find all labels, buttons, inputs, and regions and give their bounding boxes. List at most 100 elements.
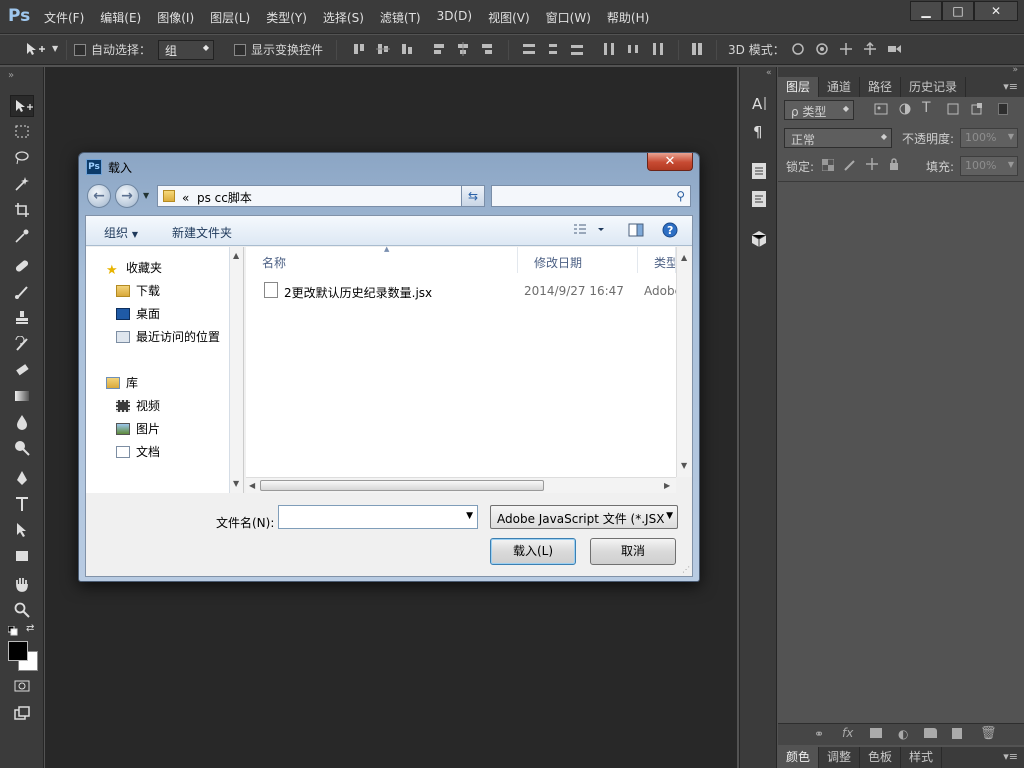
- new-folder-button[interactable]: 新建文件夹: [172, 224, 232, 241]
- panel-menu-icon[interactable]: ▾≡: [942, 747, 1024, 768]
- tab-styles[interactable]: 样式: [901, 747, 943, 768]
- marquee-tool[interactable]: [10, 121, 34, 143]
- filter-pixel-icon[interactable]: [874, 102, 888, 119]
- cancel-button[interactable]: 取消: [590, 538, 676, 565]
- tab-swatches[interactable]: 色板: [860, 747, 902, 768]
- fx-icon[interactable]: fx: [842, 726, 853, 740]
- healing-brush-tool[interactable]: [10, 255, 34, 277]
- back-button[interactable]: ←: [87, 184, 111, 208]
- file-row[interactable]: 2更改默认历史纪录数量.jsx 2014/9/27 16:47 Adobe: [246, 281, 682, 301]
- align-bottom-icon[interactable]: [400, 42, 414, 56]
- menu-file[interactable]: 文件(F): [44, 9, 84, 26]
- organize-button[interactable]: 组织 ▼: [104, 224, 138, 241]
- move-tool-preset-icon[interactable]: [26, 42, 45, 56]
- distribute-top-icon[interactable]: [522, 42, 536, 56]
- scroll-up-icon[interactable]: ▲: [681, 253, 687, 262]
- minimize-button[interactable]: ▁: [910, 1, 942, 21]
- lock-all-icon[interactable]: [888, 158, 900, 173]
- 3d-slide-icon[interactable]: [862, 41, 876, 56]
- swap-colors-icon[interactable]: ⇄: [26, 623, 34, 634]
- 3d-pan-icon[interactable]: [838, 42, 852, 56]
- gradient-tool[interactable]: [10, 385, 34, 407]
- refresh-button[interactable]: ⇆: [461, 185, 485, 207]
- hand-tool[interactable]: [10, 573, 34, 595]
- align-left-icon[interactable]: [432, 42, 446, 56]
- foreground-color-swatch[interactable]: [8, 641, 28, 661]
- distribute-bottom-icon[interactable]: [570, 42, 584, 56]
- 3d-scale-icon[interactable]: [886, 42, 901, 56]
- opacity-field[interactable]: 100% ▼: [960, 128, 1018, 148]
- close-window-button[interactable]: ✕: [974, 1, 1018, 21]
- fill-field[interactable]: 100% ▼: [960, 156, 1018, 176]
- align-hcenter-icon[interactable]: [456, 42, 470, 56]
- auto-select-toggle[interactable]: 自动选择：: [74, 41, 151, 58]
- maximize-button[interactable]: □: [942, 1, 974, 21]
- menu-filter[interactable]: 滤镜(T): [380, 9, 421, 26]
- nav-documents[interactable]: 文档: [116, 443, 160, 460]
- menu-edit[interactable]: 编辑(E): [100, 9, 141, 26]
- auto-select-target-select[interactable]: 组 ◆: [158, 40, 214, 60]
- lock-transparent-icon[interactable]: [821, 158, 835, 174]
- distribute-left-icon[interactable]: [602, 42, 616, 56]
- tab-history[interactable]: 历史记录: [901, 77, 967, 97]
- pen-tool[interactable]: [10, 467, 34, 489]
- screen-mode-button[interactable]: [10, 703, 34, 725]
- distribute-hcenter-icon[interactable]: [626, 42, 640, 56]
- align-right-icon[interactable]: [480, 42, 494, 56]
- menu-view[interactable]: 视图(V): [488, 9, 530, 26]
- search-input[interactable]: ⚲: [491, 185, 691, 207]
- nav-videos[interactable]: 视频: [116, 397, 160, 414]
- collapse-arrows-icon[interactable]: »: [8, 70, 14, 81]
- align-vcenter-icon[interactable]: [376, 42, 390, 56]
- file-vscrollbar[interactable]: ▲ ▼: [676, 247, 692, 477]
- panel-menu-icon[interactable]: ▾≡: [966, 77, 1024, 97]
- filter-type-icon[interactable]: T: [922, 100, 931, 116]
- trash-icon[interactable]: 🗑: [980, 726, 997, 741]
- nav-libraries[interactable]: 库: [106, 374, 138, 391]
- menu-window[interactable]: 窗口(W): [546, 9, 591, 26]
- 3d-rotate-icon[interactable]: [790, 42, 804, 56]
- recent-locations-icon[interactable]: ▼: [143, 191, 149, 200]
- auto-select-checkbox[interactable]: [74, 44, 86, 56]
- link-layers-icon[interactable]: ⚭: [814, 727, 824, 741]
- nav-pictures[interactable]: 图片: [116, 420, 160, 437]
- clone-stamp-tool[interactable]: [10, 307, 34, 329]
- scroll-down-icon[interactable]: ▼: [681, 461, 687, 470]
- nav-recent[interactable]: 最近访问的位置: [116, 328, 220, 345]
- filename-input[interactable]: ▼: [278, 505, 478, 529]
- tab-layers[interactable]: 图层: [778, 77, 820, 97]
- dodge-tool[interactable]: [10, 437, 34, 459]
- crop-tool[interactable]: [10, 199, 34, 221]
- blend-mode-select[interactable]: 正常 ◆: [784, 128, 892, 148]
- scroll-down-icon[interactable]: ▼: [233, 479, 239, 488]
- move-tool[interactable]: [10, 95, 34, 117]
- filter-toggle-switch[interactable]: [998, 103, 1008, 115]
- collapse-arrows-icon[interactable]: «: [766, 68, 772, 78]
- scroll-up-icon[interactable]: ▲: [233, 251, 239, 260]
- character-panel-button[interactable]: A: [749, 93, 769, 113]
- distribute-right-icon[interactable]: [650, 42, 664, 56]
- lock-position-icon[interactable]: [866, 158, 878, 173]
- brush-tool[interactable]: [10, 281, 34, 303]
- type-tool[interactable]: [10, 493, 34, 515]
- filetype-select[interactable]: Adobe JavaScript 文件 (*.JSX ▼: [490, 505, 678, 529]
- tab-adjustments[interactable]: 调整: [819, 747, 861, 768]
- filter-smart-object-icon[interactable]: [970, 102, 984, 119]
- show-transform-checkbox[interactable]: [234, 44, 246, 56]
- filter-shape-icon[interactable]: [946, 102, 960, 119]
- menu-image[interactable]: 图像(I): [157, 9, 194, 26]
- nav-favorites[interactable]: ★ 收藏夹: [106, 259, 162, 278]
- load-button[interactable]: 载入(L): [490, 538, 576, 565]
- filter-adjustment-icon[interactable]: [898, 102, 912, 119]
- notes-panel-button[interactable]: [749, 161, 769, 181]
- quick-mask-button[interactable]: [10, 675, 34, 697]
- auto-align-icon[interactable]: [690, 42, 704, 56]
- new-group-icon[interactable]: [924, 728, 937, 738]
- lasso-tool[interactable]: [10, 147, 34, 169]
- history-brush-tool[interactable]: [10, 333, 34, 355]
- paragraph-panel-button[interactable]: ¶: [749, 121, 769, 141]
- tab-paths[interactable]: 路径: [860, 77, 902, 97]
- chevron-down-icon[interactable]: ▼: [52, 44, 58, 53]
- nav-downloads[interactable]: 下载: [116, 282, 160, 299]
- path-select-tool[interactable]: [10, 519, 34, 541]
